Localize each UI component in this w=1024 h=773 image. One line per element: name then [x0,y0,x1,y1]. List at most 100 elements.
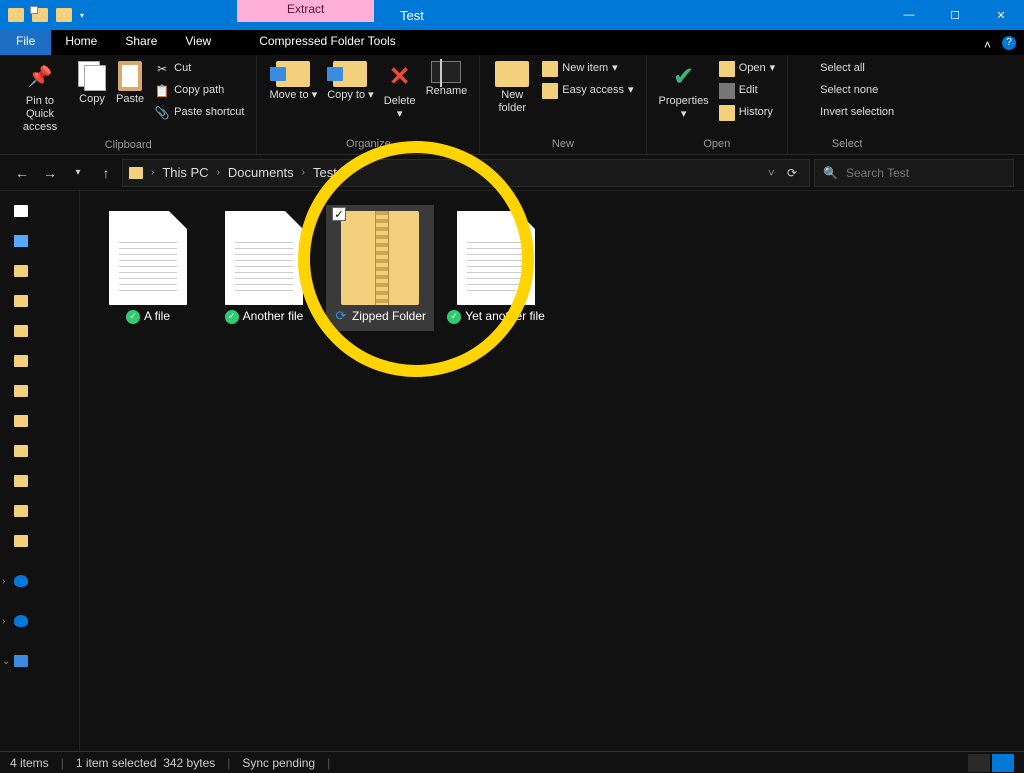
ribbon-tabs: File Home Share View Compressed Folder T… [0,30,1024,55]
sidebar-item-this-pc[interactable]: ⌄ [4,649,75,673]
folder-icon [14,325,28,337]
tab-share[interactable]: Share [111,30,171,55]
document-icon [225,211,303,305]
folder-icon [14,475,28,487]
ribbon-group-clipboard: 📌Pin to Quick access Copy Paste ✂Cut 📋Co… [0,55,257,154]
new-folder-button[interactable]: New folder [490,59,534,117]
search-placeholder: Search Test [846,166,909,180]
status-bar: 4 items | 1 item selected 342 bytes | Sy… [0,751,1024,773]
forward-button[interactable]: → [38,161,62,185]
address-bar[interactable]: › This PC › Documents › Test › ˅ ⟳ [122,159,810,187]
folder-icon [14,295,28,307]
pictures-icon [14,235,28,247]
sidebar-item[interactable] [4,409,75,433]
navigation-pane[interactable]: › › ⌄ [0,191,80,751]
chevron-right-icon[interactable]: › [147,167,158,178]
copy-button[interactable]: Copy [76,59,108,108]
edit-button[interactable]: Edit [717,81,760,101]
address-dropdown-icon[interactable]: ˅ [762,166,781,180]
history-button[interactable]: History [717,103,775,123]
sidebar-item[interactable] [4,259,75,283]
ribbon-group-select: Select all Select none Invert selection … [788,55,906,154]
sidebar-item[interactable] [4,379,75,403]
invert-selection-button[interactable]: Invert selection [798,103,896,123]
open-button[interactable]: Open ▾ [717,59,777,79]
file-item[interactable]: ✓A file [94,205,202,331]
collapse-icon[interactable]: ⌄ [2,656,10,667]
help-icon[interactable]: ? [1002,36,1016,50]
icons-view-button[interactable] [992,754,1014,772]
maximize-button[interactable]: ☐ [932,0,978,30]
folder-icon [14,535,28,547]
sidebar-item[interactable] [4,439,75,463]
sidebar-item[interactable] [4,199,75,223]
refresh-button[interactable]: ⟳ [781,166,803,180]
folder-icon[interactable] [8,8,24,22]
pin-to-quick-access-button[interactable]: 📌Pin to Quick access [10,59,70,137]
checkbox-icon[interactable]: ✓ [332,207,346,221]
tab-view[interactable]: View [171,30,225,55]
document-icon [457,211,535,305]
back-button[interactable]: ← [10,161,34,185]
minimize-button[interactable]: — [886,0,932,30]
properties-button[interactable]: ✔Properties▾ [657,59,711,123]
copy-to-button[interactable]: Copy to ▾ [325,59,376,104]
folder-icon [14,355,28,367]
ribbon-group-open: ✔Properties▾ Open ▾ Edit History Open [647,55,789,154]
group-label: Select [832,136,863,152]
breadcrumb-segment[interactable]: This PC [158,165,212,180]
chevron-right-icon[interactable]: › [298,167,309,178]
details-view-button[interactable] [968,754,990,772]
cut-button[interactable]: ✂Cut [152,59,193,79]
sidebar-item-onedrive[interactable]: › [4,569,75,593]
select-all-button[interactable]: Select all [798,59,867,79]
sidebar-item[interactable] [4,289,75,313]
sidebar-item[interactable] [4,229,75,253]
rename-button[interactable]: Rename [424,59,470,100]
tab-compressed-folder-tools[interactable]: Compressed Folder Tools [245,30,410,55]
paste-shortcut-button[interactable]: 📎Paste shortcut [152,103,246,123]
file-item[interactable]: ✓⟳Zipped Folder [326,205,434,331]
easy-access-button[interactable]: Easy access ▾ [540,81,635,101]
folder-icon[interactable] [32,8,48,22]
sidebar-item-onedrive[interactable]: › [4,609,75,633]
chevron-right-icon[interactable]: › [341,167,352,178]
select-none-button[interactable]: Select none [798,81,880,101]
recent-dropdown-icon[interactable]: ▾ [66,161,90,185]
tab-file[interactable]: File [0,30,51,55]
sidebar-item[interactable] [4,469,75,493]
folder-icon[interactable] [56,8,72,22]
synced-icon: ✓ [447,310,461,324]
sidebar-item[interactable] [4,499,75,523]
up-button[interactable]: ↑ [94,161,118,185]
navigation-bar: ← → ▾ ↑ › This PC › Documents › Test › ˅… [0,155,1024,191]
document-icon [109,211,187,305]
close-button[interactable]: ✕ [978,0,1024,30]
delete-button[interactable]: ✕Delete▾ [382,59,418,123]
search-icon: 🔍 [823,166,838,180]
file-item[interactable]: ✓Another file [210,205,318,331]
window-titlebar: ▾ Extract Test — ☐ ✕ [0,0,1024,30]
sidebar-item[interactable] [4,319,75,343]
paste-button[interactable]: Paste [114,59,146,108]
qat-dropdown-icon[interactable]: ▾ [80,11,88,19]
new-item-button[interactable]: New item ▾ [540,59,619,79]
sync-status: Sync pending [242,756,315,770]
move-to-button[interactable]: Move to ▾ [267,59,319,104]
breadcrumb-segment[interactable]: Documents [224,165,298,180]
ribbon-group-new: New folder New item ▾ Easy access ▾ New [480,55,646,154]
tab-home[interactable]: Home [51,30,111,55]
file-list[interactable]: ✓A file ✓Another file ✓⟳Zipped Folder✓Yet … [80,191,1024,751]
sidebar-item[interactable] [4,529,75,553]
copy-path-button[interactable]: 📋Copy path [152,81,226,101]
chevron-right-icon[interactable]: › [213,167,224,178]
expand-icon[interactable]: › [2,616,5,627]
search-input[interactable]: 🔍 Search Test [814,159,1014,187]
file-item[interactable]: ✓Yet another file [442,205,550,331]
sidebar-item[interactable] [4,349,75,373]
collapse-ribbon-icon[interactable]: ˄ [984,38,994,48]
expand-icon[interactable]: › [2,576,5,587]
breadcrumb-segment[interactable]: Test [309,165,341,180]
file-name: ✓Another file [225,309,304,325]
contextual-tab-extract[interactable]: Extract [237,0,374,22]
